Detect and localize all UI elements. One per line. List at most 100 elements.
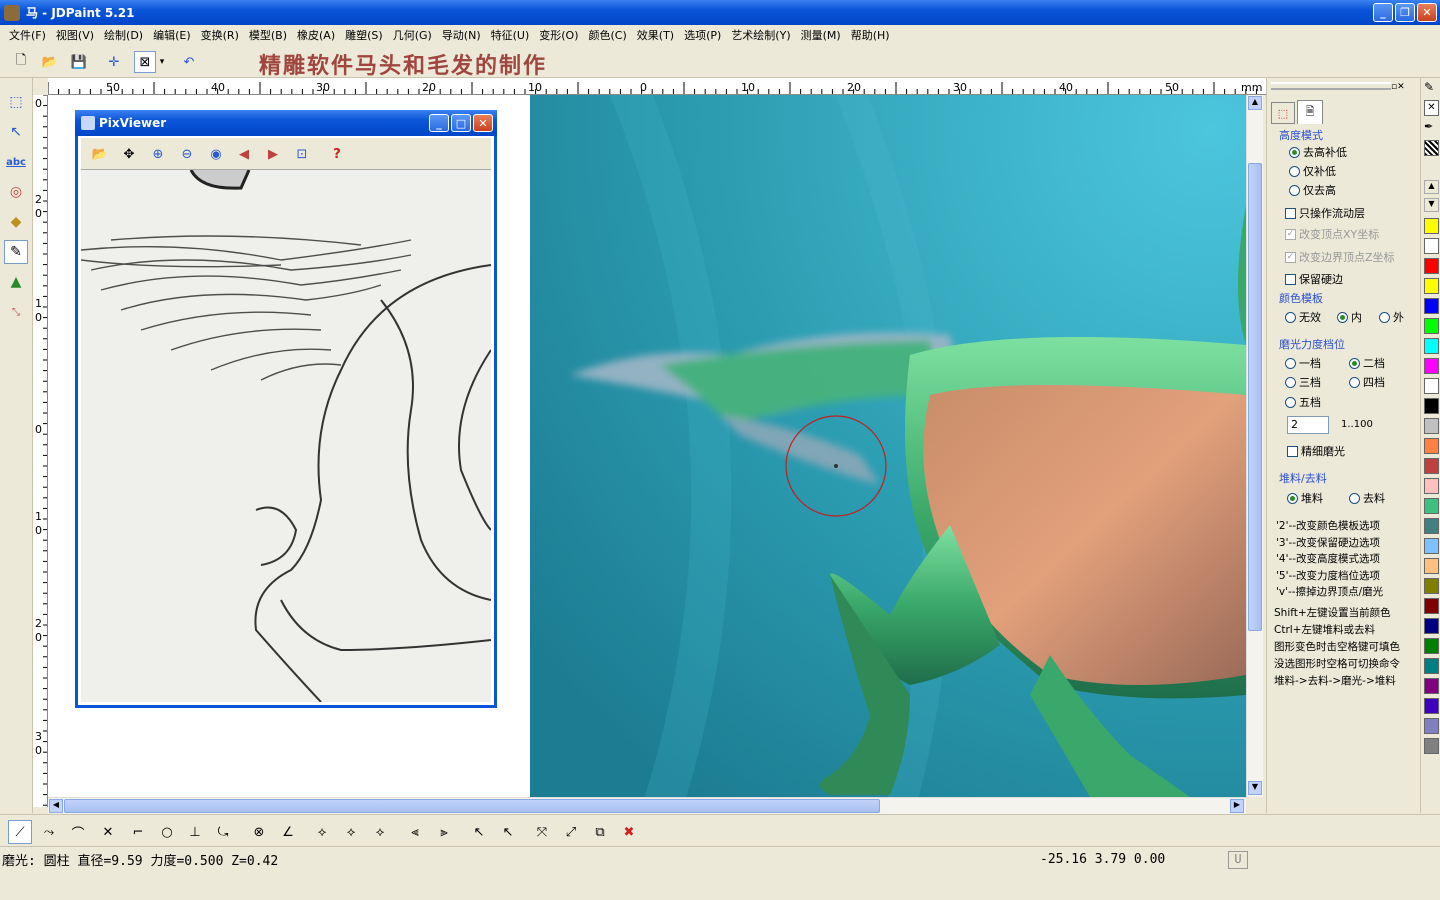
snap-point-icon[interactable]: ⊗ xyxy=(247,820,271,844)
menu-item-5[interactable]: 模型(B) xyxy=(244,27,292,43)
bezier-icon[interactable]: ⤳ xyxy=(37,820,61,844)
menu-item-6[interactable]: 橡皮(A) xyxy=(292,27,340,43)
horizontal-scroll-thumb[interactable] xyxy=(64,799,880,813)
menu-item-8[interactable]: 几何(G) xyxy=(388,27,437,43)
color-swatch[interactable] xyxy=(1424,578,1439,594)
cursor-remove-icon[interactable]: ↖ xyxy=(496,820,520,844)
color-swatch[interactable] xyxy=(1424,438,1439,454)
node-edit-icon[interactable]: ↖ xyxy=(4,120,28,144)
keep-edge-checkbox[interactable]: 保留硬边 xyxy=(1285,271,1343,287)
zoom-in-icon[interactable]: ⊕ xyxy=(147,143,169,165)
color-swatch[interactable] xyxy=(1424,358,1439,374)
menu-item-14[interactable]: 选项(P) xyxy=(679,27,726,43)
color-template-radio-0[interactable]: 无效 xyxy=(1285,309,1321,325)
pixviewer-close-button[interactable]: ✕ xyxy=(473,114,493,132)
close-button[interactable]: ✕ xyxy=(1417,3,1437,22)
tab-tools-icon[interactable]: ⬚ xyxy=(1271,102,1295,124)
undo-icon[interactable]: ↶ xyxy=(178,51,200,73)
align-left-icon[interactable]: ⫷ xyxy=(403,820,427,844)
view-box-icon[interactable]: ⊠ xyxy=(134,51,156,73)
vertical-scroll-thumb[interactable] xyxy=(1248,163,1262,631)
corner-icon[interactable]: ⌐ xyxy=(126,820,150,844)
save-icon[interactable]: 💾 xyxy=(68,51,90,73)
color-swatch[interactable] xyxy=(1424,278,1439,294)
color-swatch[interactable] xyxy=(1424,718,1439,734)
color-swatch[interactable] xyxy=(1424,658,1439,674)
color-swatch[interactable] xyxy=(1424,218,1439,234)
menu-item-16[interactable]: 测量(M) xyxy=(796,27,846,43)
zoom-out-icon[interactable]: ⊖ xyxy=(176,143,198,165)
scroll-right-icon[interactable]: ▶ xyxy=(1230,799,1244,813)
fine-polish-checkbox[interactable]: 精细磨光 xyxy=(1287,443,1345,459)
color-template-radio-2[interactable]: 外 xyxy=(1379,309,1404,325)
menu-item-12[interactable]: 颜色(C) xyxy=(584,27,632,43)
previous-icon[interactable]: ◀ xyxy=(233,143,255,165)
menu-item-1[interactable]: 视图(V) xyxy=(51,27,99,43)
menu-item-10[interactable]: 特征(U) xyxy=(486,27,535,43)
color-swatch[interactable] xyxy=(1424,598,1439,614)
relief-icon[interactable]: ▲ xyxy=(4,270,28,294)
polish-level-input[interactable]: 2 xyxy=(1287,416,1329,434)
color-swatch[interactable] xyxy=(1424,298,1439,314)
menu-item-0[interactable]: 文件(F) xyxy=(4,27,51,43)
scroll-down-icon[interactable]: ▼ xyxy=(1248,781,1262,795)
color-swatch[interactable] xyxy=(1424,558,1439,574)
color-swatch[interactable] xyxy=(1424,738,1439,754)
polish-level-radio-0[interactable]: 一档 xyxy=(1285,355,1321,371)
transform-b-icon[interactable]: ⤢ xyxy=(559,820,583,844)
color-swatch[interactable] xyxy=(1424,638,1439,654)
help-icon[interactable]: ? xyxy=(326,143,348,165)
horse-relief-render[interactable] xyxy=(530,95,1246,797)
eyedropper-icon[interactable]: ✒ xyxy=(1424,120,1439,136)
node-a-icon[interactable]: ⟡ xyxy=(310,820,334,844)
scroll-up-icon[interactable]: ▲ xyxy=(1248,96,1262,110)
menu-item-9[interactable]: 导动(N) xyxy=(437,27,486,43)
color-swatch[interactable] xyxy=(1424,618,1439,634)
open-folder-icon[interactable]: 📂 xyxy=(39,51,61,73)
color-swatch[interactable] xyxy=(1424,318,1439,334)
horizontal-scrollbar[interactable]: ◀ ▶ xyxy=(48,797,1246,814)
line-icon[interactable]: ⟋ xyxy=(8,820,32,844)
open-folder-icon[interactable]: 📂 xyxy=(89,143,111,165)
color-swatch[interactable] xyxy=(1424,378,1439,394)
next-icon[interactable]: ▶ xyxy=(262,143,284,165)
maximize-button[interactable]: ❐ xyxy=(1395,3,1415,22)
color-swatch[interactable] xyxy=(1424,698,1439,714)
menu-item-11[interactable]: 变形(O) xyxy=(534,27,583,43)
height-mode-radio-2[interactable]: 仅去高 xyxy=(1289,182,1336,198)
menu-item-3[interactable]: 编辑(E) xyxy=(148,27,196,43)
pixviewer-minimize-button[interactable]: _ xyxy=(429,114,449,132)
text-tool-icon[interactable]: abc xyxy=(4,150,28,174)
scroll-left-icon[interactable]: ◀ xyxy=(49,799,63,813)
palette-scroll-up-icon[interactable]: ▲ xyxy=(1424,180,1439,194)
view-eye-icon[interactable]: ◉ xyxy=(205,143,227,165)
tangent-icon[interactable]: ⤿ xyxy=(211,820,235,844)
surface-icon[interactable]: ◎ xyxy=(4,180,28,204)
align-right-icon[interactable]: ⫸ xyxy=(432,820,456,844)
transform-c-icon[interactable]: ⧉ xyxy=(588,820,612,844)
menu-item-17[interactable]: 帮助(H) xyxy=(846,27,895,43)
pixviewer-maximize-button[interactable]: □ xyxy=(451,114,471,132)
vertical-scrollbar[interactable]: ▲ ▼ xyxy=(1246,95,1263,797)
select-box-icon[interactable]: ⬚ xyxy=(4,90,28,114)
circle-icon[interactable]: ○ xyxy=(155,820,179,844)
color-swatch[interactable] xyxy=(1424,498,1439,514)
fill-remove-radio-0[interactable]: 堆料 xyxy=(1287,490,1323,506)
menu-item-7[interactable]: 雕塑(S) xyxy=(340,27,388,43)
polish-level-radio-3[interactable]: 四档 xyxy=(1349,374,1385,390)
pattern-icon[interactable] xyxy=(1424,140,1439,156)
node-c-icon[interactable]: ⟡ xyxy=(368,820,392,844)
fill-remove-radio-1[interactable]: 去料 xyxy=(1349,490,1385,506)
palette-scroll-down-icon[interactable]: ▼ xyxy=(1424,198,1439,212)
color-swatch[interactable] xyxy=(1424,458,1439,474)
color-swatch[interactable] xyxy=(1424,418,1439,434)
polish-brush-icon[interactable]: ✎ xyxy=(4,240,28,264)
polish-level-radio-1[interactable]: 二档 xyxy=(1349,355,1385,371)
crosshair-icon[interactable]: ✛ xyxy=(103,51,125,73)
menu-item-15[interactable]: 艺术绘制(Y) xyxy=(726,27,795,43)
color-template-radio-1[interactable]: 内 xyxy=(1337,309,1362,325)
node-b-icon[interactable]: ⟡ xyxy=(339,820,363,844)
measure-icon[interactable]: ⤡ xyxy=(4,300,28,324)
polish-level-radio-4[interactable]: 五档 xyxy=(1285,394,1321,410)
color-swatch[interactable] xyxy=(1424,338,1439,354)
